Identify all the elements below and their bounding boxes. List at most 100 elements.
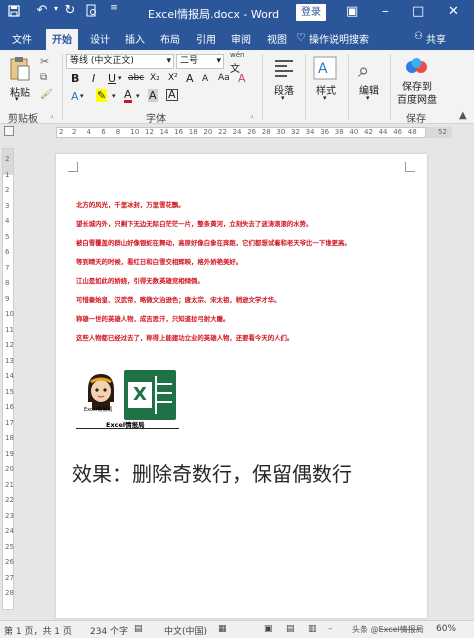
zoom-out-icon[interactable]: –	[328, 624, 333, 634]
vruler-number: 8	[5, 279, 10, 287]
underline-dropdown-icon[interactable]: ▾	[118, 74, 122, 82]
font-color-dropdown-icon[interactable]: ▾	[136, 92, 140, 100]
logo-underline	[76, 428, 179, 429]
customize-qat-icon[interactable]: ≡	[104, 3, 124, 13]
vruler-number: 3	[5, 201, 10, 210]
print-preview-icon[interactable]	[82, 4, 102, 21]
vruler-number: 17	[5, 418, 14, 427]
paragraph-icon[interactable]	[273, 58, 295, 83]
character-shading-button[interactable]: A	[148, 89, 158, 102]
save-to-label-2[interactable]: 百度网盘	[397, 91, 437, 106]
character-border-button[interactable]: A	[166, 89, 178, 101]
font-launcher-icon[interactable]: ⌟	[250, 111, 253, 119]
change-case-button[interactable]: Aa	[218, 73, 230, 83]
editing-dropdown-icon[interactable]: ▾	[366, 94, 370, 102]
tab-design[interactable]: 设计	[90, 31, 110, 46]
paste-icon[interactable]	[9, 56, 31, 85]
word-count[interactable]: 234 个字	[90, 624, 128, 637]
logo-image[interactable]: Excel情报局 X Excel情报局	[76, 368, 179, 430]
highlight-color-icon[interactable]: ✎	[96, 89, 108, 102]
document-paragraph[interactable]: 望长城内外，只剩下无边无际白茫茫一片，整条黄河，立刻失去了波涛滚滚的水势。	[76, 219, 312, 228]
subscript-button[interactable]: X₂	[150, 73, 160, 83]
font-size-value: 二号	[180, 56, 199, 66]
vruler-number: 18	[5, 434, 14, 442]
text-effects-dropdown-icon[interactable]: ▾	[80, 92, 84, 100]
ribbon-display-icon[interactable]: ▣	[346, 4, 358, 19]
tab-view[interactable]: 视图	[267, 31, 287, 46]
tab-file[interactable]: 文件	[12, 31, 32, 46]
document-paragraph[interactable]: 北方的风光，千里冰封，万里雪花飘。	[76, 200, 185, 209]
bold-button[interactable]: B	[71, 72, 79, 85]
lightbulb-icon: ♡	[296, 31, 306, 44]
document-paragraph[interactable]: 称雄一世的英雄人物，成吉思汗，只知道拉弓射大雕。	[76, 314, 229, 323]
login-button[interactable]: 登录	[296, 4, 326, 21]
magnifier-icon[interactable]: ⌕	[358, 58, 369, 82]
tab-layout[interactable]: 布局	[160, 31, 180, 46]
collapse-ribbon-icon[interactable]: ▲	[459, 110, 467, 121]
highlight-dropdown-icon[interactable]: ▾	[112, 92, 116, 100]
paste-dropdown-icon[interactable]: ▾	[15, 95, 19, 103]
separator	[390, 54, 391, 120]
ruler-number: 38	[334, 128, 344, 136]
separator	[262, 54, 263, 120]
horizontal-ruler[interactable]: 2 2 4 6 8 10 12 14 16 18 20 22 24 26 28 30 32 34 36 38 40 42 4…	[0, 124, 474, 140]
document-paragraph[interactable]: 可惜秦始皇、汉武帝，略微文治逊色；唐太宗、宋太祖，稍逊文学才华。	[76, 295, 281, 304]
document-paragraph[interactable]: 被白雪覆盖的群山好像银蛇在舞动，高原好像白象在奔跑，它们都想试着和老天爷比一下谁…	[76, 238, 351, 247]
tab-references[interactable]: 引用	[196, 31, 216, 46]
strikethrough-button[interactable]: abc	[128, 73, 144, 83]
superscript-button[interactable]: X²	[168, 73, 178, 83]
tab-home[interactable]: 开始	[46, 29, 78, 50]
tab-review[interactable]: 审阅	[231, 31, 251, 46]
read-mode-icon[interactable]: ▣	[264, 624, 273, 634]
font-size-select[interactable]: 二号 ▾	[176, 54, 224, 69]
tab-selector[interactable]	[4, 126, 14, 136]
copy-icon[interactable]: ⧉	[40, 72, 47, 83]
font-name-select[interactable]: 等线 (中文正文) ▾	[66, 54, 174, 69]
clear-formatting-button[interactable]: A	[238, 72, 246, 85]
tab-insert[interactable]: 插入	[125, 31, 145, 46]
underline-button[interactable]: U	[108, 72, 116, 85]
chevron-down-icon: ▾	[166, 56, 171, 66]
minimize-icon[interactable]: –	[382, 4, 389, 19]
macro-icon[interactable]: ▦	[218, 624, 227, 634]
document-paragraph[interactable]: 等到晴天的时候，看红日和白雪交相辉映，格外娇艳美好。	[76, 257, 242, 266]
save-group-label: 保存	[406, 114, 426, 125]
web-layout-icon[interactable]: ▥	[308, 624, 317, 634]
maximize-icon[interactable]: □	[412, 4, 424, 19]
paragraph-dropdown-icon[interactable]: ▾	[281, 94, 285, 102]
ruler-number: 24	[232, 128, 242, 136]
proofing-icon[interactable]: ▤	[134, 624, 143, 634]
phonetic-guide-wen: wén	[230, 51, 245, 59]
vertical-ruler[interactable]: 2 1 2 3 4 5 6 7 8 9 10 11 12 13 14 15 16 17 18 19 20 21 22 23 24…	[2, 148, 14, 610]
italic-button[interactable]: I	[92, 72, 95, 85]
vruler-number: 11	[5, 325, 14, 334]
vruler-number: 7	[5, 263, 10, 272]
redo-icon[interactable]: ↻	[60, 3, 80, 18]
zoom-level[interactable]: 60%	[436, 624, 456, 634]
format-painter-icon[interactable]: 🖌	[40, 89, 53, 100]
cut-icon[interactable]: ✂	[40, 55, 49, 68]
page-count[interactable]: 第 1 页，共 1 页	[4, 624, 72, 637]
paste-button[interactable]: 粘贴	[10, 84, 30, 99]
document-paragraph[interactable]: 这些人物都已经过去了，称得上能建功立业的英雄人物，还要看今天的人们。	[76, 333, 293, 342]
vruler-number: 15	[5, 387, 14, 396]
shrink-font-button[interactable]: A	[202, 74, 208, 84]
tell-me-search[interactable]: 操作说明搜索	[309, 31, 369, 46]
baidu-netdisk-icon[interactable]	[404, 56, 430, 79]
language[interactable]: 中文(中国)	[164, 624, 207, 637]
document-page[interactable]: 北方的风光，千里冰封，万里雪花飘。望长城内外，只剩下无边无际白茫茫一片，整条黄河…	[56, 154, 427, 618]
styles-icon[interactable]: A	[313, 56, 337, 83]
vruler-number: 10	[5, 310, 14, 318]
ruler-number: 44	[378, 128, 388, 136]
print-layout-icon[interactable]: ▤	[286, 624, 295, 634]
grow-font-button[interactable]: A	[186, 72, 194, 85]
save-icon[interactable]	[4, 5, 24, 21]
font-color-button[interactable]: A	[124, 89, 132, 103]
clipboard-launcher-icon[interactable]: ⌟	[50, 111, 53, 119]
close-icon[interactable]: ✕	[448, 4, 459, 19]
styles-dropdown-icon[interactable]: ▾	[323, 94, 327, 102]
document-paragraph[interactable]: 江山是如此的娇娆，引得无数英雄竞相倾倒。	[76, 276, 204, 285]
text-effects-button[interactable]: A	[71, 90, 79, 103]
share-button[interactable]: 共享	[426, 31, 446, 46]
ruler-number: 26	[247, 128, 257, 136]
